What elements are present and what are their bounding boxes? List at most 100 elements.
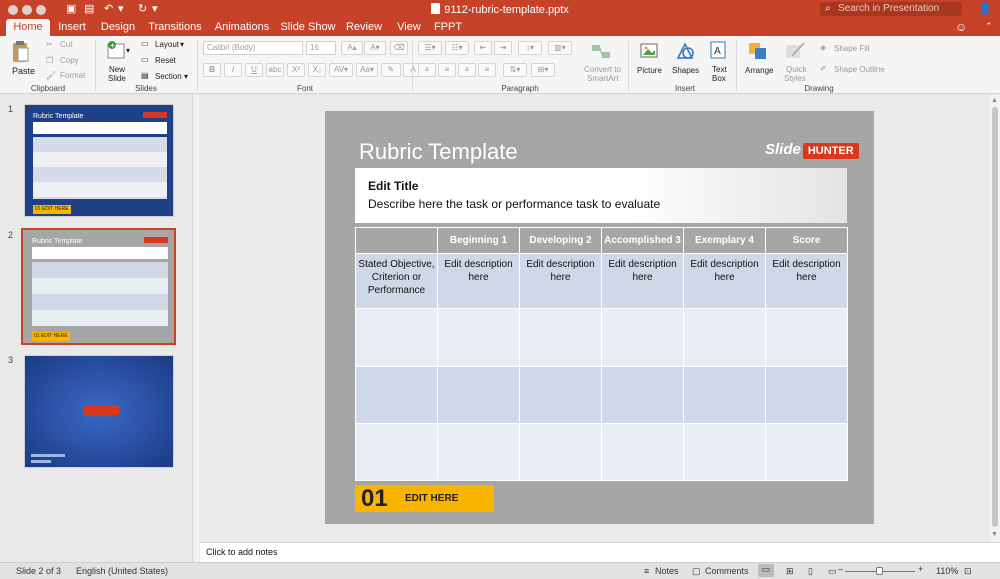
table-cell[interactable]: Edit description here [683, 253, 766, 310]
slide-thumbnail-3[interactable] [24, 355, 174, 468]
shape-outline-button[interactable]: Shape Outline [834, 65, 885, 74]
slide-title[interactable]: Rubric Template [359, 139, 518, 165]
table-cell[interactable]: Edit description here [437, 253, 520, 310]
tab-view[interactable]: View [394, 19, 424, 36]
table-cell[interactable] [683, 308, 766, 367]
scrollbar-thumb[interactable] [992, 107, 998, 527]
table-cell[interactable] [437, 422, 520, 482]
table-cell[interactable]: Edit description here [601, 253, 684, 310]
header-text-box[interactable]: Edit Title Describe here the task or per… [355, 168, 847, 223]
table-cell[interactable] [519, 422, 602, 482]
convert-to-smartart-label-1[interactable]: Convert to [584, 65, 621, 74]
table-cell[interactable]: Edit description here [519, 253, 602, 310]
zoom-out-icon[interactable]: – [838, 564, 843, 574]
reset-button[interactable]: Reset [155, 56, 176, 65]
table-header-cell[interactable]: Score [765, 226, 848, 255]
zoom-in-icon[interactable]: + [918, 564, 923, 574]
feedback-smiley-icon[interactable]: ☺ [955, 20, 967, 34]
shape-outline-icon[interactable]: ✐ [820, 64, 827, 73]
text-box-label-2[interactable]: Box [712, 74, 726, 83]
fit-to-window-icon[interactable]: ⊡ [964, 566, 972, 577]
line-spacing-icon[interactable]: ↕▾ [518, 41, 542, 55]
numbering-icon[interactable]: ☷▾ [445, 41, 469, 55]
quick-styles-label-2[interactable]: Styles [784, 74, 806, 83]
layout-button[interactable]: Layout [155, 40, 179, 49]
font-name-select[interactable]: Calibri (Body) [203, 41, 303, 55]
table-cell[interactable] [683, 422, 766, 482]
slide-thumbnail-1[interactable]: Rubric Template 01 EDIT HERE [24, 104, 174, 217]
notes-placeholder[interactable]: Click to add notes [206, 547, 278, 557]
vertical-scrollbar[interactable]: ▲ ▼ [990, 95, 1000, 542]
bold-icon[interactable]: B [203, 63, 221, 77]
table-cell[interactable] [519, 308, 602, 367]
picture-icon[interactable] [640, 42, 660, 60]
bullets-icon[interactable]: ☰▾ [418, 41, 442, 55]
table-cell[interactable] [355, 422, 438, 482]
format-painter-icon[interactable]: 🖌 [46, 71, 56, 80]
footer-number[interactable]: 01 [361, 485, 388, 512]
quick-styles-icon[interactable] [784, 41, 806, 61]
arrange-icon[interactable] [746, 41, 770, 61]
increase-indent-icon[interactable]: ⇥ [494, 41, 512, 55]
zoom-level[interactable]: 110% [936, 566, 958, 576]
shapes-button[interactable]: Shapes [672, 66, 699, 75]
collapse-ribbon-icon[interactable]: ⌃ [985, 21, 993, 32]
reading-view-icon[interactable]: ▯ [808, 566, 813, 577]
table-cell[interactable] [355, 365, 438, 424]
new-slide-label-2[interactable]: Slide [108, 74, 126, 83]
decrease-font-size-icon[interactable]: A▾ [364, 41, 386, 55]
footer-bar[interactable]: 01 EDIT HERE [355, 485, 494, 512]
tab-insert[interactable]: Insert [55, 19, 89, 36]
section-icon[interactable]: ▤ [141, 71, 149, 80]
tab-home[interactable]: Home [6, 19, 50, 36]
text-box-label-1[interactable]: Text [712, 65, 727, 74]
tab-animations[interactable]: Animations [213, 19, 271, 36]
text-box-icon[interactable]: A [709, 40, 727, 62]
section-button[interactable]: Section [155, 72, 182, 81]
table-cell[interactable] [601, 308, 684, 367]
cut-icon[interactable]: ✂ [46, 40, 53, 49]
copy-icon[interactable]: ❐ [46, 56, 53, 65]
notes-toggle-button[interactable]: Notes [655, 566, 679, 576]
shapes-icon[interactable] [674, 40, 696, 62]
table-cell[interactable]: Stated Objective, Criterion or Performan… [355, 253, 438, 310]
tab-transitions[interactable]: Transitions [146, 19, 204, 36]
underline-icon[interactable]: U [245, 63, 263, 77]
columns-icon[interactable]: ▥▾ [548, 41, 572, 55]
tab-fppt[interactable]: FPPT [432, 19, 464, 36]
header-description[interactable]: Describe here the task or performance ta… [368, 197, 660, 211]
slideshow-view-icon[interactable]: ▭ [828, 566, 837, 577]
tab-slide-show[interactable]: Slide Show [280, 19, 336, 36]
justify-icon[interactable]: ≡ [478, 63, 496, 77]
increase-font-size-icon[interactable]: A▴ [341, 41, 363, 55]
copy-button[interactable]: Copy [60, 56, 79, 65]
table-header-cell[interactable] [355, 226, 438, 255]
slide-thumbnail-2[interactable]: Rubric Template 01 EDIT HERE [21, 228, 176, 345]
table-cell[interactable] [765, 365, 848, 424]
panel-splitter[interactable] [192, 95, 200, 562]
new-slide-dropdown-icon[interactable]: ▾ [126, 46, 130, 55]
notes-icon[interactable]: ≡ [644, 566, 649, 576]
table-header-cell[interactable]: Exemplary 4 [683, 226, 766, 255]
table-header-cell[interactable]: Beginning 1 [437, 226, 520, 255]
convert-to-smartart-label-2[interactable]: SmartArt [587, 74, 619, 83]
align-right-icon[interactable]: ≡ [458, 63, 476, 77]
table-cell[interactable] [437, 365, 520, 424]
slide-sorter-icon[interactable]: ⊞ [786, 566, 794, 577]
highlight-color-icon[interactable]: ✎ [381, 63, 401, 77]
picture-button[interactable]: Picture [637, 66, 662, 75]
language-status[interactable]: English (United States) [76, 566, 168, 576]
format-painter-button[interactable]: Format [60, 71, 85, 80]
table-cell[interactable]: Edit description here [765, 253, 848, 310]
decrease-indent-icon[interactable]: ⇤ [474, 41, 492, 55]
slide-thumbnails-panel[interactable]: 1 Rubric Template 01 EDIT HERE 2 Rubric … [0, 95, 192, 562]
table-cell[interactable] [765, 308, 848, 367]
notes-pane[interactable]: Click to add notes [200, 542, 1000, 562]
convert-to-smartart-icon[interactable] [590, 42, 612, 62]
section-dropdown-icon[interactable]: ▾ [184, 72, 188, 81]
table-cell[interactable] [765, 422, 848, 482]
table-cell[interactable] [601, 422, 684, 482]
table-cell[interactable] [355, 308, 438, 367]
align-text-icon[interactable]: ⊞▾ [531, 63, 555, 77]
share-user-icon[interactable]: 👤 [978, 2, 992, 15]
